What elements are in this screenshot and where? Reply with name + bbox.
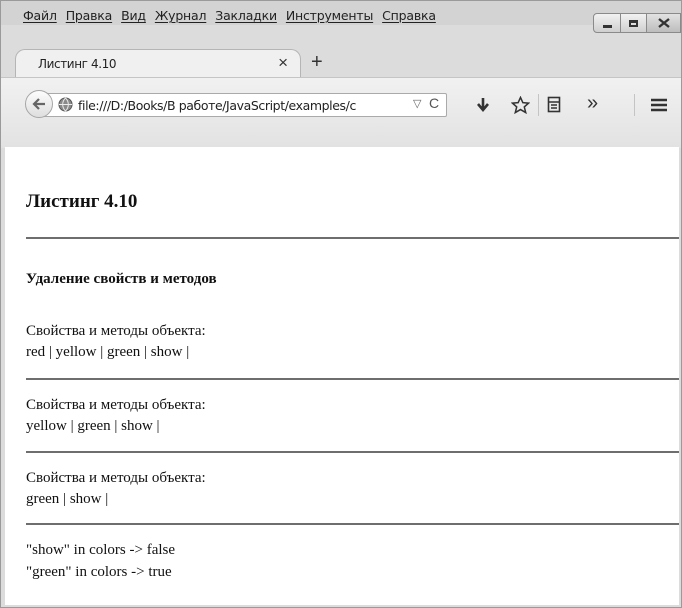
bookmark-star-icon[interactable] xyxy=(511,96,530,114)
block-1-items: red | yellow | green | show | xyxy=(26,344,190,360)
close-window-button[interactable] xyxy=(647,13,681,33)
tab-title: Листинг 4.10 xyxy=(38,57,117,71)
menu-view[interactable]: Вид xyxy=(121,1,146,23)
history-dropdown-icon[interactable]: ▽ xyxy=(413,97,421,110)
menu-file[interactable]: Файл xyxy=(23,1,57,23)
close-icon xyxy=(657,18,670,28)
download-icon[interactable] xyxy=(477,97,489,113)
tab-strip: Листинг 4.10 × + xyxy=(1,41,681,77)
divider xyxy=(26,237,679,239)
check-green: "green" in colors -> true xyxy=(26,564,172,580)
minimize-button[interactable] xyxy=(593,13,621,33)
page-content: Листинг 4.10 Удаление свойств и методов … xyxy=(5,147,679,605)
reading-list-icon[interactable] xyxy=(547,96,561,113)
divider xyxy=(26,378,679,380)
block-2-label: Свойства и методы объекта: xyxy=(26,397,206,413)
new-tab-button[interactable]: + xyxy=(311,51,323,74)
minimize-icon xyxy=(602,24,612,28)
url-text: file:///D:/Books/В работе/JavaScript/exa… xyxy=(78,98,356,113)
toolbar-separator xyxy=(538,94,539,116)
browser-window: Файл Правка Вид Журнал Закладки Инструме… xyxy=(0,0,682,608)
overflow-chevron-icon[interactable]: » xyxy=(587,92,598,115)
menu-bookmarks[interactable]: Закладки xyxy=(215,1,277,23)
block-3-items: green | show | xyxy=(26,491,109,507)
block-1-label: Свойства и методы объекта: xyxy=(26,323,206,339)
divider xyxy=(26,451,679,453)
block-3-label: Свойства и методы объекта: xyxy=(26,470,206,486)
menu-tools[interactable]: Инструменты xyxy=(286,1,373,23)
back-arrow-icon xyxy=(32,98,45,110)
maximize-icon xyxy=(629,19,638,27)
menu-bar: Файл Правка Вид Журнал Закладки Инструме… xyxy=(1,1,681,33)
hamburger-menu-icon[interactable] xyxy=(651,98,667,112)
globe-icon xyxy=(58,97,73,112)
menu-help[interactable]: Справка xyxy=(382,1,436,23)
divider xyxy=(26,523,679,525)
menu-history[interactable]: Журнал xyxy=(155,1,207,23)
back-button[interactable] xyxy=(25,90,53,118)
window-controls xyxy=(593,13,681,33)
tab-close-icon[interactable]: × xyxy=(278,53,288,73)
address-bar[interactable]: file:///D:/Books/В работе/JavaScript/exa… xyxy=(39,93,447,117)
reload-icon[interactable]: C xyxy=(429,95,439,111)
check-show: "show" in colors -> false xyxy=(26,542,176,558)
tab-listing[interactable]: Листинг 4.10 × xyxy=(15,49,301,77)
navigation-bar: file:///D:/Books/В работе/JavaScript/exa… xyxy=(1,77,681,148)
block-2-items: yellow | green | show | xyxy=(26,418,160,434)
menu-edit[interactable]: Правка xyxy=(66,1,113,23)
page-heading: Листинг 4.10 xyxy=(26,191,138,212)
section-subheading: Удаление свойств и методов xyxy=(26,271,217,287)
toolbar-separator-2 xyxy=(634,94,635,116)
maximize-button[interactable] xyxy=(621,13,647,33)
